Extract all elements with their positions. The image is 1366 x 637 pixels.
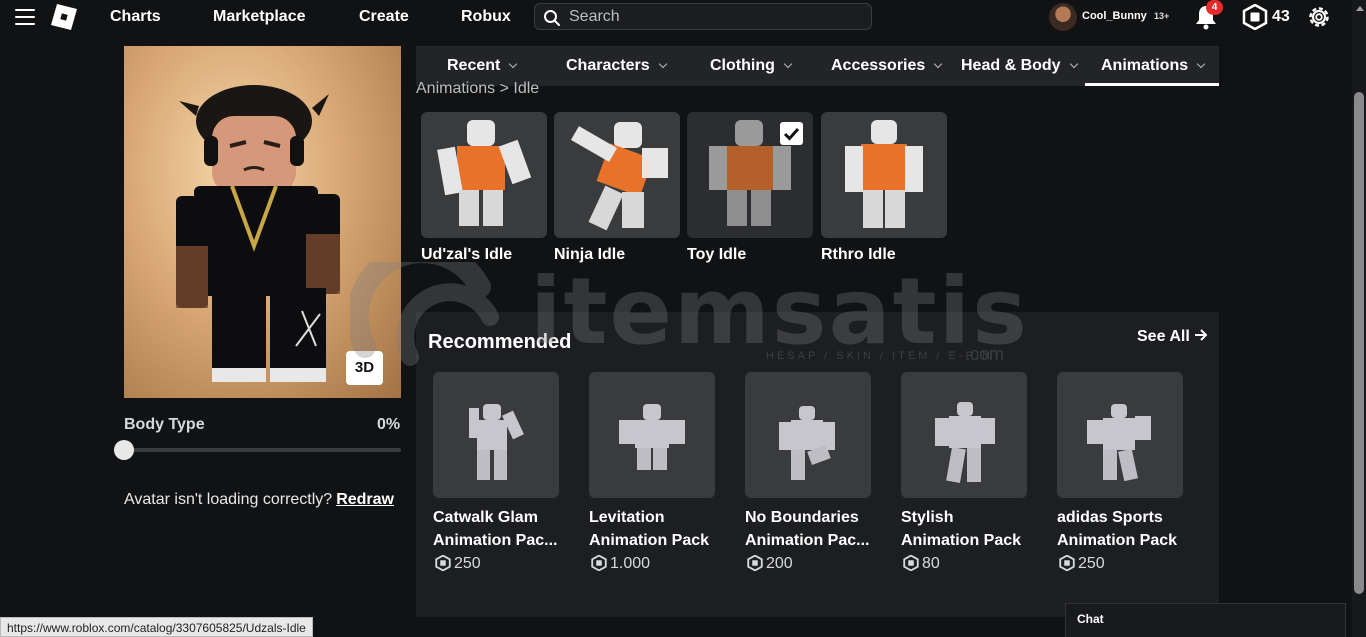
chevron-down-icon xyxy=(1196,59,1206,69)
search-placeholder: Search xyxy=(569,8,620,25)
nav-robux[interactable]: Robux xyxy=(461,8,511,26)
item-card[interactable] xyxy=(821,112,947,238)
recommended-title: Recommended xyxy=(428,331,572,353)
body-type-slider[interactable] xyxy=(124,448,401,452)
recommended-card[interactable] xyxy=(745,372,871,498)
notifications-button[interactable]: 4 xyxy=(1194,0,1223,30)
robux-icon xyxy=(747,554,763,572)
item-card[interactable] xyxy=(554,112,680,238)
chevron-down-icon xyxy=(934,59,943,69)
recommended-price: 80 xyxy=(903,554,940,573)
notification-badge: 4 xyxy=(1206,0,1223,15)
item-thumbnail xyxy=(469,404,524,480)
robux-icon xyxy=(903,554,919,572)
roblox-logo[interactable] xyxy=(51,4,77,30)
chevron-down-icon xyxy=(1069,59,1078,69)
redraw-text: Avatar isn't loading correctly? xyxy=(124,491,333,508)
nav-create[interactable]: Create xyxy=(359,8,409,26)
item-thumbnail xyxy=(845,120,923,228)
tab-clothing[interactable]: Clothing xyxy=(710,46,793,86)
item-name[interactable]: Toy Idle xyxy=(687,246,746,264)
item-thumbnail xyxy=(935,402,995,483)
robux-icon xyxy=(1242,3,1268,31)
nav-charts[interactable]: Charts xyxy=(110,8,161,26)
tab-characters[interactable]: Characters xyxy=(566,46,667,86)
recommended-card[interactable] xyxy=(1057,372,1183,498)
scrollbar-thumb[interactable] xyxy=(1354,92,1364,594)
item-name[interactable]: Ud'zal's Idle xyxy=(421,246,512,264)
recommended-name[interactable]: adidas Sports Animation Pack xyxy=(1057,506,1197,552)
robux-icon xyxy=(435,554,451,572)
recommended-name[interactable]: Stylish Animation Pack xyxy=(901,506,1041,552)
recommended-price: 200 xyxy=(747,554,793,573)
recommended-price: 1.000 xyxy=(591,554,650,573)
age-badge: 13+ xyxy=(1154,11,1170,21)
view-3d-button[interactable]: 3D xyxy=(346,351,383,385)
item-thumbnail xyxy=(779,406,835,480)
avatar-figure xyxy=(176,85,340,382)
chevron-down-icon xyxy=(783,59,793,69)
search-icon xyxy=(544,10,560,26)
tab-head-body[interactable]: Head & Body xyxy=(961,46,1078,86)
robux-balance[interactable]: 43 xyxy=(1242,3,1290,35)
recommended-card[interactable] xyxy=(433,372,559,498)
robux-icon xyxy=(1059,554,1075,572)
recommended-price: 250 xyxy=(435,554,481,573)
breadcrumb[interactable]: Animations > Idle xyxy=(416,80,539,98)
status-url: https://www.roblox.com/catalog/330760582… xyxy=(0,617,313,637)
selected-check-icon xyxy=(780,122,803,145)
chat-panel[interactable]: Chat xyxy=(1065,603,1346,637)
robux-icon xyxy=(591,554,607,572)
item-thumbnail xyxy=(570,122,668,231)
chevron-down-icon xyxy=(658,59,667,69)
arrow-right-icon xyxy=(1195,329,1208,341)
username: Cool_Bunny xyxy=(1082,10,1147,22)
gear-icon[interactable] xyxy=(1306,4,1332,30)
body-type-slider-handle[interactable] xyxy=(114,440,134,460)
nav-marketplace[interactable]: Marketplace xyxy=(213,8,306,26)
hamburger-menu-icon[interactable] xyxy=(15,9,35,25)
chevron-down-icon xyxy=(509,59,518,69)
recommended-price: 250 xyxy=(1059,554,1105,573)
recommended-name[interactable]: Catwalk Glam Animation Pac... xyxy=(433,506,573,552)
chat-label: Chat xyxy=(1077,612,1104,626)
search-input[interactable]: Search xyxy=(534,3,872,30)
recommended-name[interactable]: Levitation Animation Pack xyxy=(589,506,729,552)
item-name[interactable]: Rthro Idle xyxy=(821,246,896,264)
recommended-card[interactable] xyxy=(589,372,715,498)
item-thumbnail xyxy=(619,404,685,470)
avatar xyxy=(1049,3,1077,31)
item-name[interactable]: Ninja Idle xyxy=(554,246,625,264)
recommended-name[interactable]: No Boundaries Animation Pac... xyxy=(745,506,885,552)
item-thumbnail xyxy=(1087,404,1151,482)
tab-animations[interactable]: Animations xyxy=(1085,46,1219,86)
redraw-link[interactable]: Redraw xyxy=(336,491,394,508)
tab-accessories[interactable]: Accessories xyxy=(831,46,943,86)
body-type-value: 0% xyxy=(377,416,401,433)
scroll-up-arrow[interactable] xyxy=(1356,6,1364,11)
item-thumbnail xyxy=(437,120,532,226)
robux-amount: 43 xyxy=(1272,8,1290,25)
redraw-prompt: Avatar isn't loading correctly? Redraw xyxy=(124,491,394,509)
avatar-preview[interactable] xyxy=(124,46,401,398)
recommended-card[interactable] xyxy=(901,372,1027,498)
see-all-link[interactable]: See All xyxy=(1137,328,1208,346)
item-card[interactable] xyxy=(421,112,547,238)
top-nav: Charts Marketplace Create Robux Search C… xyxy=(0,0,1352,36)
body-type-label: Body Type xyxy=(124,416,205,433)
